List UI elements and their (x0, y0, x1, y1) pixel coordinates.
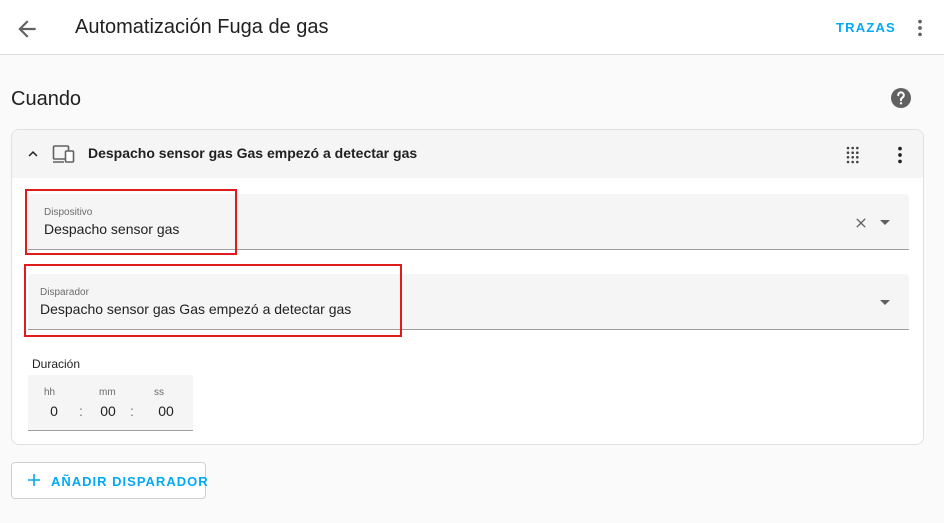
traces-button[interactable]: TRAZAS (836, 20, 896, 35)
device-field-label: Dispositivo (44, 207, 93, 218)
trigger-field-value: Despacho sensor gas Gas empezó a detecta… (40, 301, 352, 317)
dropdown-arrow-icon[interactable] (878, 298, 892, 308)
minutes-unit-label: mm (99, 387, 116, 398)
trigger-select-field[interactable]: Disparador Despacho sensor gas Gas empez… (28, 274, 909, 330)
hours-input[interactable]: 0 (42, 403, 66, 419)
add-trigger-label: AÑADIR DISPARADOR (51, 474, 209, 489)
device-select-field[interactable]: Dispositivo Despacho sensor gas (28, 194, 909, 250)
time-separator: : (79, 403, 83, 419)
minutes-input[interactable]: 00 (96, 403, 120, 419)
more-options-icon[interactable] (909, 16, 931, 40)
hours-unit-label: hh (44, 387, 56, 398)
device-icon (52, 145, 75, 163)
duration-label: Duración (32, 357, 81, 371)
top-app-bar: Automatización Fuga de gas TRAZAS (0, 0, 944, 55)
seconds-unit-label: ss (154, 387, 164, 398)
chevron-up-icon[interactable] (24, 145, 42, 163)
back-arrow-icon[interactable] (14, 16, 40, 42)
drag-handle-icon[interactable] (844, 144, 864, 164)
add-trigger-button[interactable]: AÑADIR DISPARADOR (11, 462, 209, 499)
dropdown-arrow-icon[interactable] (878, 218, 892, 228)
plus-icon (28, 474, 40, 486)
time-separator: : (130, 403, 134, 419)
clear-icon[interactable] (853, 215, 869, 231)
trigger-more-options-icon[interactable] (889, 143, 911, 167)
trigger-field-label: Disparador (40, 287, 89, 298)
trigger-card-title: Despacho sensor gas Gas empezó a detecta… (88, 145, 418, 161)
device-field-value: Despacho sensor gas (44, 221, 180, 237)
section-heading: Cuando (11, 88, 82, 110)
trigger-card: Despacho sensor gas Gas empezó a detecta… (11, 129, 924, 445)
seconds-input[interactable]: 00 (154, 403, 178, 419)
trigger-card-header[interactable]: Despacho sensor gas Gas empezó a detecta… (12, 130, 923, 178)
page-title: Automatización Fuga de gas (75, 16, 329, 38)
duration-input: hh 0 : mm 00 : ss 00 (28, 375, 193, 431)
help-icon[interactable] (889, 86, 913, 110)
